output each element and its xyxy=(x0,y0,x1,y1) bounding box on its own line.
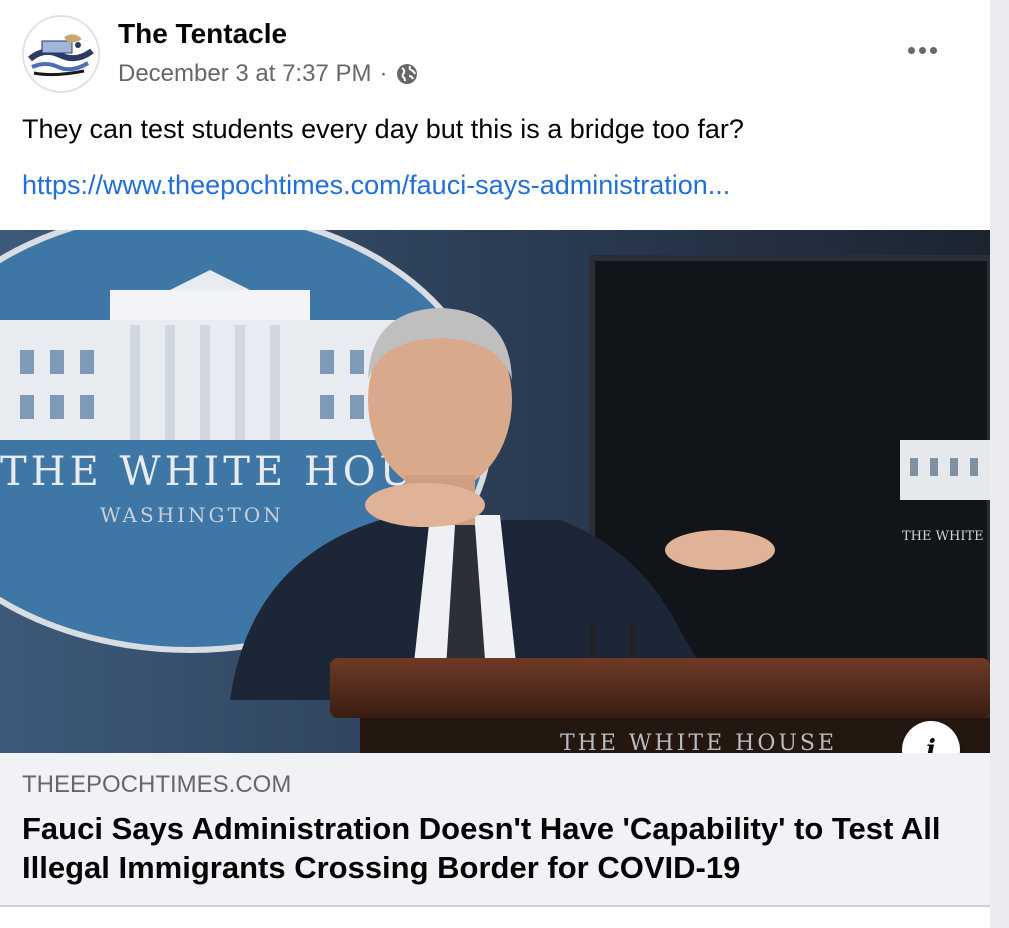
screen-text: THE WHITE xyxy=(902,529,984,544)
link-preview-image[interactable]: THE WHITE HOUSE WASHINGTON THE WHITE THE… xyxy=(0,230,990,753)
more-dot-icon xyxy=(929,46,937,54)
more-options-button[interactable] xyxy=(900,36,944,64)
page-avatar[interactable] xyxy=(22,15,100,93)
globe-icon[interactable] xyxy=(395,62,419,86)
post-card: The Tentacle December 3 at 7:37 PM · The… xyxy=(0,0,990,928)
more-dot-icon xyxy=(918,46,926,54)
post-timestamp[interactable]: December 3 at 7:37 PM xyxy=(118,60,371,88)
divider xyxy=(0,905,990,907)
meta-separator: · xyxy=(379,60,388,87)
post-link[interactable]: https://www.theepochtimes.com/fauci-says… xyxy=(22,170,730,201)
post-body-text: They can test students every day but thi… xyxy=(22,114,744,144)
link-headline[interactable]: Fauci Says Administration Doesn't Have '… xyxy=(22,809,962,887)
scrollbar-gutter xyxy=(990,0,1009,928)
podium-text: THE WHITE HOUSE xyxy=(560,731,837,753)
press-briefing-photo: THE WHITE HOUSE WASHINGTON THE WHITE THE… xyxy=(0,230,990,753)
page-name[interactable]: The Tentacle xyxy=(118,18,287,50)
link-domain: THEEPOCHTIMES.COM xyxy=(22,771,292,798)
more-dot-icon xyxy=(907,46,915,54)
post-meta: December 3 at 7:37 PM · xyxy=(118,60,419,88)
link-preview-footer[interactable]: THEEPOCHTIMES.COM Fauci Says Administrat… xyxy=(0,753,990,905)
tentacle-logo-icon xyxy=(24,17,98,91)
seal-subtext: WASHINGTON xyxy=(100,503,284,527)
